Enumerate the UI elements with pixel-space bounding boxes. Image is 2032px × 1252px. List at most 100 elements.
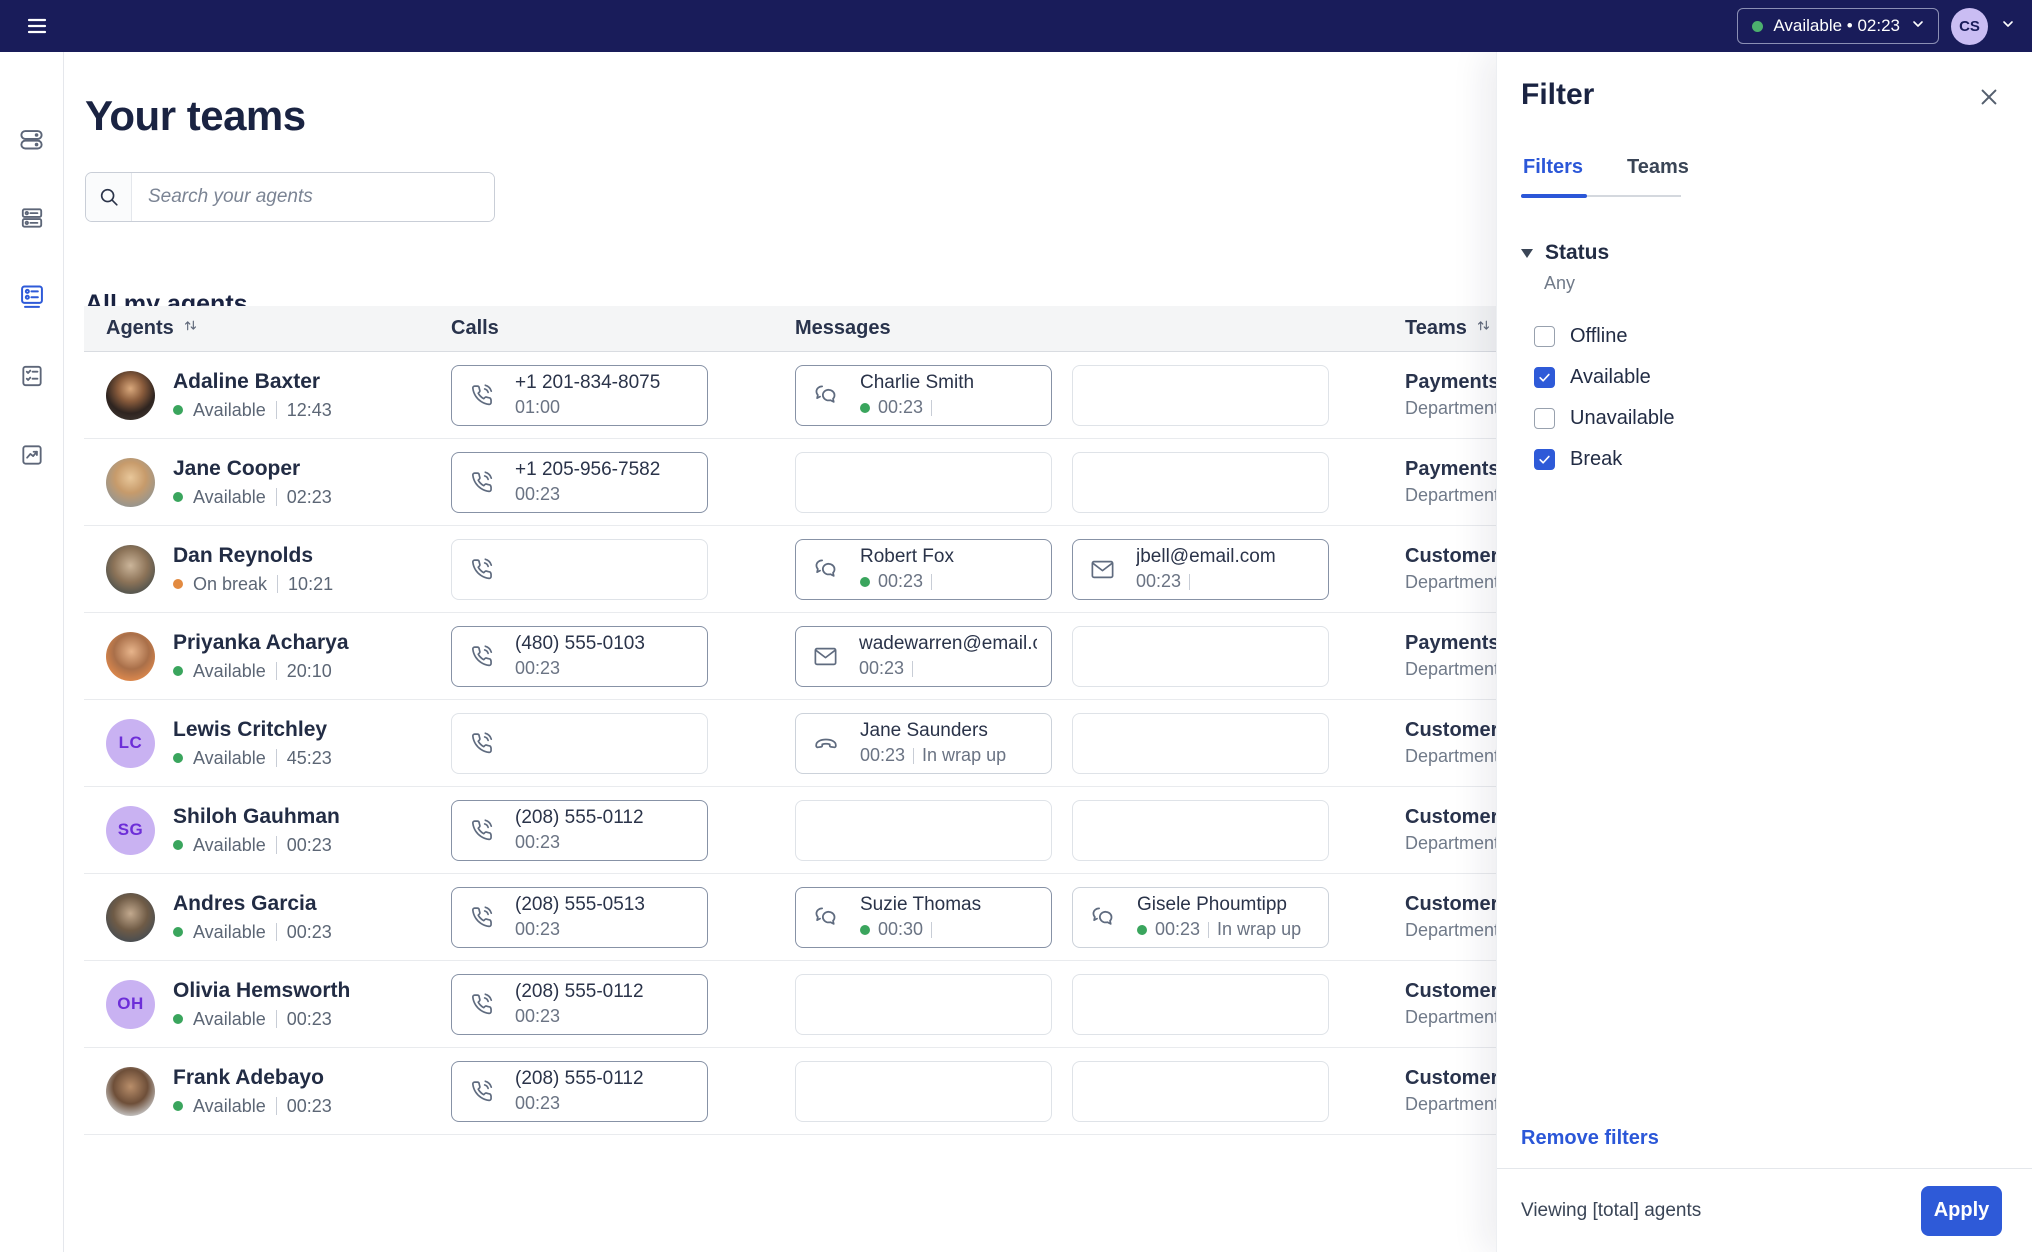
call-card[interactable] [451, 539, 708, 600]
status-time: 00:23 [287, 835, 332, 856]
column-header-messages[interactable]: Messages [795, 317, 1052, 340]
call-card[interactable]: +1 205-956-7582 00:23 [451, 452, 708, 513]
table-row: Adaline Baxter Available 12:43 [84, 352, 1560, 439]
message-card-1[interactable]: Charlie Smith 00:23 [795, 365, 1052, 426]
sidebar-item-agents-icon[interactable] [15, 280, 49, 314]
column-header-calls[interactable]: Calls [451, 317, 708, 340]
message-card-2[interactable] [1072, 452, 1329, 513]
call-card[interactable]: (480) 555-0103 00:23 [451, 626, 708, 687]
call-card[interactable] [451, 713, 708, 774]
agents-dashboard: Available • 02:23 CS [0, 0, 2032, 1252]
sidebar-item-toggles-icon[interactable] [15, 122, 49, 156]
status-options: Offline Available Unavailable [1534, 316, 2004, 480]
call-time: 00:23 [515, 919, 560, 940]
call-number: (208) 555-0112 [515, 1068, 644, 1090]
status-time: 00:23 [287, 1009, 332, 1030]
agent-name: Lewis Critchley [173, 718, 332, 742]
table-row: LC Lewis Critchley Available 45:23 [84, 700, 1560, 787]
chevron-down-icon[interactable] [2000, 16, 2016, 37]
checkbox[interactable] [1534, 449, 1555, 470]
message-info: Robert Fox 00:23 [860, 546, 954, 592]
message-card-1[interactable] [795, 452, 1052, 513]
divider [276, 662, 277, 680]
message-card-2[interactable] [1072, 626, 1329, 687]
check-icon [1538, 453, 1551, 466]
message-card-1[interactable]: Robert Fox 00:23 [795, 539, 1052, 600]
table-header-row: Agents Calls Messages Teams [84, 306, 1560, 352]
message-card-2[interactable] [1072, 365, 1329, 426]
message-card-2[interactable] [1072, 974, 1329, 1035]
agent-name: Andres Garcia [173, 892, 332, 916]
checkbox-label: Unavailable [1570, 407, 1675, 430]
chat-icon [812, 381, 840, 409]
sidebar-item-analytics-icon[interactable] [15, 438, 49, 472]
user-avatar[interactable]: CS [1951, 8, 1988, 45]
message-card-1[interactable]: Jane Saunders 00:23 In wrap up [795, 713, 1052, 774]
message-card-2[interactable]: Gisele Phoumtipp 00:23 In wrap up [1072, 887, 1329, 948]
message-card-1[interactable]: wadewarren@email.com 00:23 [795, 626, 1052, 687]
chat-icon [812, 555, 840, 583]
status-option[interactable]: Offline [1534, 316, 2004, 357]
call-info: (208) 555-0112 00:23 [515, 807, 644, 853]
filter-tab[interactable]: Filters [1523, 156, 1583, 179]
close-icon[interactable] [1974, 82, 2004, 112]
message-contact: Charlie Smith [860, 372, 974, 394]
agent-info: Adaline Baxter Available 12:43 [173, 370, 332, 421]
message-time: 00:23 [1155, 919, 1200, 940]
collapse-triangle-icon [1521, 249, 1533, 258]
call-card[interactable]: (208) 555-0112 00:23 [451, 1061, 708, 1122]
filter-tabs: Filters Teams [1521, 156, 2004, 179]
column-header-agents[interactable]: Agents [106, 317, 451, 340]
call-card[interactable]: +1 201-834-8075 01:00 [451, 365, 708, 426]
search-input[interactable] [132, 173, 494, 221]
message-card-2[interactable] [1072, 800, 1329, 861]
message-contact: Suzie Thomas [860, 894, 981, 916]
message-card-2[interactable] [1072, 713, 1329, 774]
agents-table: Agents Calls Messages Teams [84, 306, 1560, 1135]
call-time: 00:23 [515, 658, 560, 679]
envelope-icon [812, 643, 839, 670]
agent-name: Adaline Baxter [173, 370, 332, 394]
call-card[interactable]: (208) 555-0513 00:23 [451, 887, 708, 948]
call-number: (208) 555-0112 [515, 981, 644, 1003]
status-dropdown-label: Available • 02:23 [1773, 16, 1900, 36]
message-card-1[interactable] [795, 974, 1052, 1035]
agent-name: Shiloh Gauhman [173, 805, 340, 829]
agent-info: Priyanka Acharya Available 20:10 [173, 631, 349, 682]
message-extra [931, 922, 940, 938]
message-card-1[interactable] [795, 800, 1052, 861]
message-card-2[interactable]: jbell@email.com 00:23 [1072, 539, 1329, 600]
message-card-1[interactable] [795, 1061, 1052, 1122]
status-option[interactable]: Unavailable [1534, 398, 2004, 439]
message-extra: In wrap up [913, 745, 1006, 766]
status-dot [173, 840, 183, 850]
sidebar-item-queues-icon[interactable] [15, 201, 49, 235]
status-option[interactable]: Break [1534, 439, 2004, 480]
checkbox[interactable] [1534, 408, 1555, 429]
message-card-2[interactable] [1072, 1061, 1329, 1122]
status-label: On break [193, 574, 267, 595]
divider [276, 488, 277, 506]
call-info: +1 201-834-8075 01:00 [515, 372, 660, 418]
message-card-1[interactable]: Suzie Thomas 00:30 [795, 887, 1052, 948]
apply-button[interactable]: Apply [1921, 1186, 2002, 1236]
checkbox[interactable] [1534, 326, 1555, 347]
status-filter-section: Status Any Offline Ava [1521, 241, 2004, 480]
status-time: 00:23 [287, 922, 332, 943]
status-label: Available [193, 1009, 266, 1030]
filter-tab[interactable]: Teams [1627, 156, 1689, 179]
call-card[interactable]: (208) 555-0112 00:23 [451, 800, 708, 861]
sidebar-item-tasks-icon[interactable] [15, 359, 49, 393]
checkbox[interactable] [1534, 367, 1555, 388]
agent-status-dropdown[interactable]: Available • 02:23 [1737, 8, 1939, 44]
status-option[interactable]: Available [1534, 357, 2004, 398]
hamburger-menu-icon[interactable] [20, 9, 54, 43]
sort-icon [182, 317, 199, 340]
status-section-toggle[interactable]: Status [1521, 241, 2004, 265]
check-icon [1538, 371, 1551, 384]
remove-filters-link[interactable]: Remove filters [1521, 1127, 1659, 1150]
status-dot [173, 1014, 183, 1024]
call-info: (208) 555-0513 00:23 [515, 894, 645, 940]
call-card[interactable]: (208) 555-0112 00:23 [451, 974, 708, 1035]
chat-icon [812, 903, 840, 931]
